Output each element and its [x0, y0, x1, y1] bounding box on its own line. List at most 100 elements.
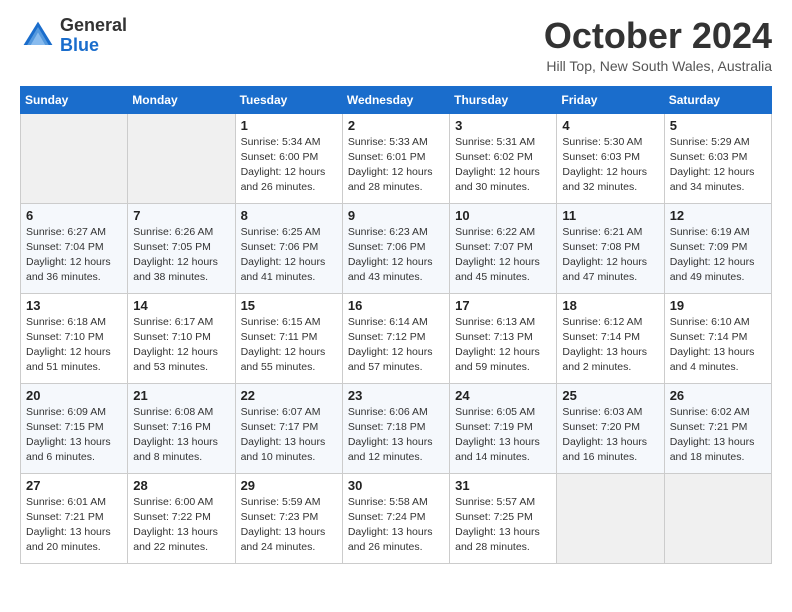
table-row: 5 Sunrise: 5:29 AMSunset: 6:03 PMDaylight… [664, 113, 771, 203]
day-number: 31 [455, 478, 551, 493]
header-sunday: Sunday [21, 86, 128, 113]
day-number: 7 [133, 208, 229, 223]
table-row: 23 Sunrise: 6:06 AMSunset: 7:18 PMDayligh… [342, 383, 449, 473]
day-info: Sunrise: 5:33 AMSunset: 6:01 PMDaylight:… [348, 135, 444, 196]
table-row: 1 Sunrise: 5:34 AMSunset: 6:00 PMDaylight… [235, 113, 342, 203]
day-info: Sunrise: 5:29 AMSunset: 6:03 PMDaylight:… [670, 135, 766, 196]
logo-general: General [60, 15, 127, 35]
day-info: Sunrise: 6:06 AMSunset: 7:18 PMDaylight:… [348, 405, 444, 466]
day-info: Sunrise: 6:09 AMSunset: 7:15 PMDaylight:… [26, 405, 122, 466]
header-thursday: Thursday [450, 86, 557, 113]
day-number: 2 [348, 118, 444, 133]
day-number: 25 [562, 388, 658, 403]
table-row: 12 Sunrise: 6:19 AMSunset: 7:09 PMDayligh… [664, 203, 771, 293]
month-title: October 2024 [544, 16, 772, 56]
header-friday: Friday [557, 86, 664, 113]
day-number: 12 [670, 208, 766, 223]
day-number: 28 [133, 478, 229, 493]
day-info: Sunrise: 5:34 AMSunset: 6:00 PMDaylight:… [241, 135, 337, 196]
table-row: 16Sunrise: 6:14 AMSunset: 7:12 PMDayligh… [342, 293, 449, 383]
table-row: 25 Sunrise: 6:03 AMSunset: 7:20 PMDayligh… [557, 383, 664, 473]
header-tuesday: Tuesday [235, 86, 342, 113]
table-row: 8Sunrise: 6:25 AMSunset: 7:06 PMDaylight… [235, 203, 342, 293]
day-info: Sunrise: 6:05 AMSunset: 7:19 PMDaylight:… [455, 405, 551, 466]
table-row: 17 Sunrise: 6:13 AMSunset: 7:13 PMDayligh… [450, 293, 557, 383]
day-info: Sunrise: 6:18 AMSunset: 7:10 PMDaylight:… [26, 315, 122, 376]
header-row: SundayMondayTuesdayWednesdayThursdayFrid… [21, 86, 772, 113]
day-info: Sunrise: 6:25 AMSunset: 7:06 PMDaylight:… [241, 225, 337, 286]
table-row: 18 Sunrise: 6:12 AMSunset: 7:14 PMDayligh… [557, 293, 664, 383]
day-number: 6 [26, 208, 122, 223]
logo-icon [20, 18, 56, 54]
day-number: 4 [562, 118, 658, 133]
day-info: Sunrise: 6:10 AMSunset: 7:14 PMDaylight:… [670, 315, 766, 376]
table-row: 10 Sunrise: 6:22 AMSunset: 7:07 PMDayligh… [450, 203, 557, 293]
table-row [128, 113, 235, 203]
day-number: 9 [348, 208, 444, 223]
day-info: Sunrise: 6:22 AMSunset: 7:07 PMDaylight:… [455, 225, 551, 286]
table-row: 13 Sunrise: 6:18 AMSunset: 7:10 PMDayligh… [21, 293, 128, 383]
day-info: Sunrise: 5:30 AMSunset: 6:03 PMDaylight:… [562, 135, 658, 196]
table-row: 15 Sunrise: 6:15 AMSunset: 7:11 PMDayligh… [235, 293, 342, 383]
day-info: Sunrise: 6:07 AMSunset: 7:17 PMDaylight:… [241, 405, 337, 466]
day-info: Sunrise: 5:57 AMSunset: 7:25 PMDaylight:… [455, 495, 551, 556]
day-number: 17 [455, 298, 551, 313]
table-row: 19 Sunrise: 6:10 AMSunset: 7:14 PMDayligh… [664, 293, 771, 383]
week-row-2: 6Sunrise: 6:27 AMSunset: 7:04 PMDaylight… [21, 203, 772, 293]
day-number: 14 [133, 298, 229, 313]
day-number: 18 [562, 298, 658, 313]
day-number: 11 [562, 208, 658, 223]
table-row [557, 473, 664, 563]
day-info: Sunrise: 5:59 AMSunset: 7:23 PMDaylight:… [241, 495, 337, 556]
table-row [21, 113, 128, 203]
day-info: Sunrise: 6:12 AMSunset: 7:14 PMDaylight:… [562, 315, 658, 376]
day-number: 19 [670, 298, 766, 313]
title-block: October 2024 Hill Top, New South Wales, … [544, 16, 772, 74]
logo: General Blue [20, 16, 127, 56]
location: Hill Top, New South Wales, Australia [544, 58, 772, 74]
table-row: 4 Sunrise: 5:30 AMSunset: 6:03 PMDaylight… [557, 113, 664, 203]
table-row: 7 Sunrise: 6:26 AMSunset: 7:05 PMDaylight… [128, 203, 235, 293]
day-info: Sunrise: 6:00 AMSunset: 7:22 PMDaylight:… [133, 495, 229, 556]
day-number: 3 [455, 118, 551, 133]
day-info: Sunrise: 6:03 AMSunset: 7:20 PMDaylight:… [562, 405, 658, 466]
day-info: Sunrise: 6:23 AMSunset: 7:06 PMDaylight:… [348, 225, 444, 286]
day-number: 24 [455, 388, 551, 403]
table-row: 21 Sunrise: 6:08 AMSunset: 7:16 PMDayligh… [128, 383, 235, 473]
day-info: Sunrise: 6:19 AMSunset: 7:09 PMDaylight:… [670, 225, 766, 286]
day-info: Sunrise: 6:08 AMSunset: 7:16 PMDaylight:… [133, 405, 229, 466]
day-info: Sunrise: 5:31 AMSunset: 6:02 PMDaylight:… [455, 135, 551, 196]
week-row-3: 13 Sunrise: 6:18 AMSunset: 7:10 PMDayligh… [21, 293, 772, 383]
day-number: 20 [26, 388, 122, 403]
table-row: 30Sunrise: 5:58 AMSunset: 7:24 PMDayligh… [342, 473, 449, 563]
calendar-body: 1 Sunrise: 5:34 AMSunset: 6:00 PMDaylight… [21, 113, 772, 563]
day-number: 1 [241, 118, 337, 133]
day-info: Sunrise: 6:21 AMSunset: 7:08 PMDaylight:… [562, 225, 658, 286]
day-number: 23 [348, 388, 444, 403]
day-info: Sunrise: 6:14 AMSunset: 7:12 PMDaylight:… [348, 315, 444, 376]
day-info: Sunrise: 6:02 AMSunset: 7:21 PMDaylight:… [670, 405, 766, 466]
calendar-header: SundayMondayTuesdayWednesdayThursdayFrid… [21, 86, 772, 113]
table-row: 3 Sunrise: 5:31 AMSunset: 6:02 PMDaylight… [450, 113, 557, 203]
logo-blue: Blue [60, 35, 99, 55]
table-row: 24 Sunrise: 6:05 AMSunset: 7:19 PMDayligh… [450, 383, 557, 473]
table-row: 9 Sunrise: 6:23 AMSunset: 7:06 PMDaylight… [342, 203, 449, 293]
day-info: Sunrise: 6:15 AMSunset: 7:11 PMDaylight:… [241, 315, 337, 376]
day-number: 21 [133, 388, 229, 403]
table-row: 6Sunrise: 6:27 AMSunset: 7:04 PMDaylight… [21, 203, 128, 293]
day-number: 27 [26, 478, 122, 493]
page-header: General Blue October 2024 Hill Top, New … [20, 16, 772, 74]
day-number: 29 [241, 478, 337, 493]
table-row: 22Sunrise: 6:07 AMSunset: 7:17 PMDayligh… [235, 383, 342, 473]
day-number: 15 [241, 298, 337, 313]
day-info: Sunrise: 6:13 AMSunset: 7:13 PMDaylight:… [455, 315, 551, 376]
day-info: Sunrise: 6:26 AMSunset: 7:05 PMDaylight:… [133, 225, 229, 286]
table-row: 28 Sunrise: 6:00 AMSunset: 7:22 PMDayligh… [128, 473, 235, 563]
day-number: 13 [26, 298, 122, 313]
day-number: 5 [670, 118, 766, 133]
day-number: 10 [455, 208, 551, 223]
table-row: 2 Sunrise: 5:33 AMSunset: 6:01 PMDaylight… [342, 113, 449, 203]
week-row-4: 20 Sunrise: 6:09 AMSunset: 7:15 PMDayligh… [21, 383, 772, 473]
header-wednesday: Wednesday [342, 86, 449, 113]
day-info: Sunrise: 6:17 AMSunset: 7:10 PMDaylight:… [133, 315, 229, 376]
